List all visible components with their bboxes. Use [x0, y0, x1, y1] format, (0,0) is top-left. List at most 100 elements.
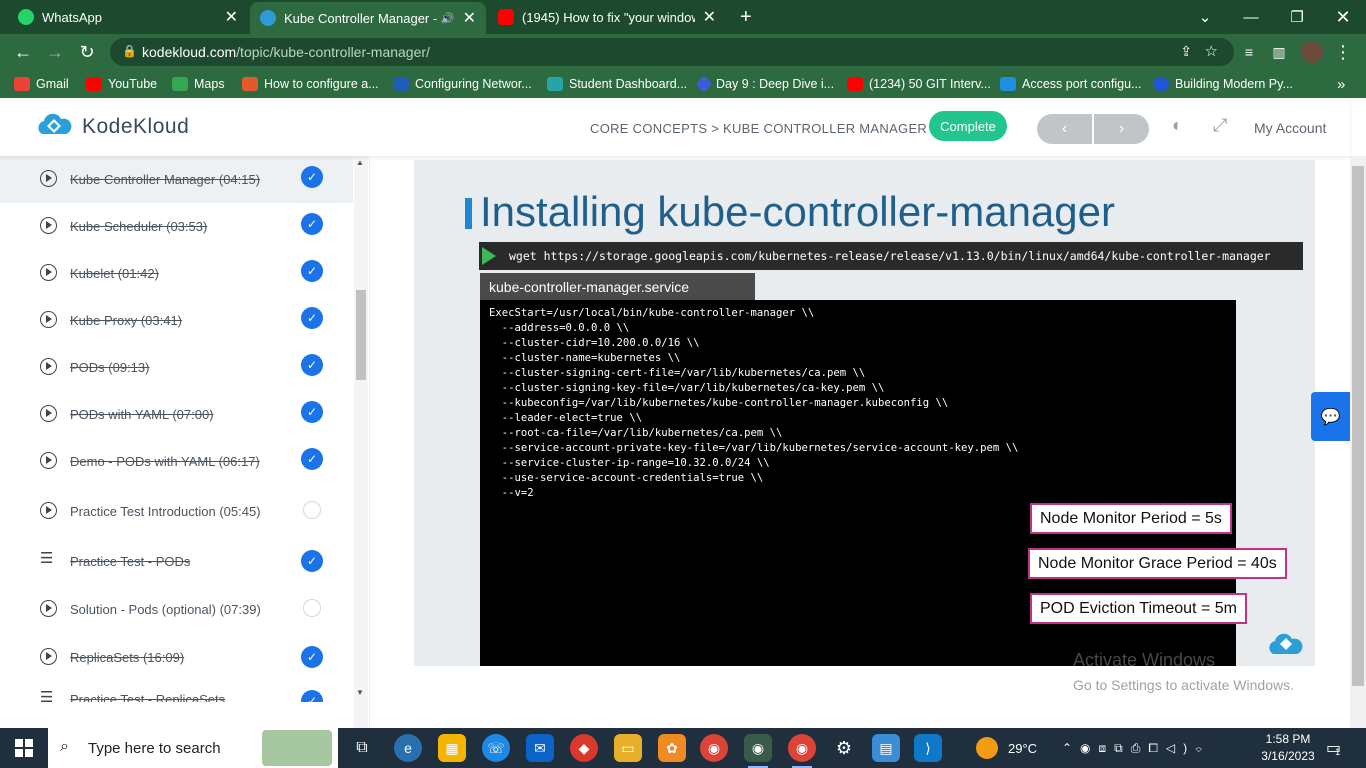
- minimize-button[interactable]: —: [1228, 0, 1274, 34]
- tab-youtube[interactable]: (1945) How to fix "your windows ✕: [488, 0, 726, 34]
- bookmark-star-icon[interactable]: ☆: [1205, 42, 1218, 60]
- lesson-item[interactable]: Kubelet (01:42) ✓: [0, 250, 353, 297]
- lesson-item[interactable]: Demo - PODs with YAML (06:17) ✓: [0, 438, 353, 485]
- page-scrollbar[interactable]: [1350, 156, 1366, 728]
- bookmark-maps[interactable]: Maps: [172, 70, 225, 98]
- weather-widget[interactable]: 29°C: [976, 728, 1037, 768]
- lesson-item[interactable]: ReplicaSets (16:09) ✓: [0, 632, 353, 682]
- chrome-active-icon[interactable]: ◉: [744, 734, 772, 768]
- mail-icon[interactable]: ✉: [526, 734, 554, 762]
- taskbar-clock[interactable]: 1:58 PM 3/16/2023: [1256, 731, 1320, 765]
- file-explorer-icon[interactable]: ▭: [614, 734, 642, 762]
- completed-check-icon: ✓: [301, 690, 323, 702]
- forward-icon[interactable]: →: [40, 34, 70, 70]
- windows-taskbar: ⌕ Type here to search ⧉ e ▦ ☏ ✉ ◆ ▭ ✿ ◉ …: [0, 728, 1366, 768]
- previous-lesson-button[interactable]: ‹: [1037, 114, 1092, 144]
- scroll-up-icon[interactable]: ▲: [356, 158, 364, 167]
- bookmark-student-dashboard[interactable]: Student Dashboard...: [547, 70, 687, 98]
- share-icon[interactable]: ⇪: [1180, 43, 1192, 60]
- vscode-icon[interactable]: ⟩: [914, 734, 942, 762]
- bookmark-building-modern[interactable]: Building Modern Py...: [1153, 70, 1293, 98]
- reload-icon[interactable]: ↻: [72, 34, 102, 70]
- breadcrumb: CORE CONCEPTS > KUBE CONTROLLER MANAGER: [590, 121, 928, 136]
- system-tray-icons[interactable]: ⌃◉⧈⧉⎙⧠◁)⌔: [1062, 728, 1210, 768]
- next-lesson-button[interactable]: ›: [1094, 114, 1149, 144]
- taskbar-search[interactable]: ⌕ Type here to search: [48, 728, 338, 768]
- bookmark-label: Maps: [194, 77, 225, 91]
- more-bookmarks-button[interactable]: »: [1337, 70, 1345, 98]
- task-view-icon[interactable]: ⧉: [348, 734, 376, 762]
- lesson-item[interactable]: Solution - Pods (optional) (07:39): [0, 584, 353, 634]
- lesson-item[interactable]: PODs (09:13) ✓: [0, 344, 353, 391]
- new-tab-button[interactable]: +: [730, 0, 764, 34]
- chrome-icon[interactable]: ◉: [700, 734, 728, 762]
- chat-button[interactable]: 💬: [1311, 392, 1350, 441]
- lesson-item[interactable]: Kube Scheduler (03:53) ✓: [0, 203, 353, 250]
- close-tab-icon[interactable]: ✕: [463, 8, 476, 28]
- side-panel-icon[interactable]: ▥: [1264, 34, 1294, 70]
- bookmark-label: Access port configu...: [1022, 77, 1142, 91]
- tab-kube-controller-manager[interactable]: Kube Controller Manager - K 🔊 ✕: [250, 2, 486, 34]
- tab-whatsapp[interactable]: WhatsApp ✕: [8, 0, 248, 34]
- lesson-item[interactable]: ☰ Practice Test - ReplicaSets ✓: [0, 682, 353, 702]
- complete-button[interactable]: Complete: [929, 111, 1007, 141]
- tab-search-icon[interactable]: ⌄: [1182, 0, 1228, 34]
- start-button[interactable]: [0, 728, 48, 768]
- fullscreen-icon[interactable]: ⤢: [1213, 115, 1227, 136]
- weather-temp: 29°C: [1008, 740, 1038, 756]
- close-window-button[interactable]: ✕: [1320, 0, 1366, 34]
- sidebar-scrollbar[interactable]: ▲ ▼: [354, 156, 368, 728]
- bookmark-youtube[interactable]: YouTube: [86, 70, 157, 98]
- lesson-item[interactable]: ☰ Practice Test - PODs ✓: [0, 536, 353, 586]
- phone-link-icon[interactable]: ☏: [482, 734, 510, 762]
- wget-text: wget https://storage.googleapis.com/kube…: [509, 249, 1271, 263]
- settings-app-icon[interactable]: ✿: [658, 734, 686, 762]
- bookmark-access-port[interactable]: Access port configu...: [1000, 70, 1142, 98]
- url-input[interactable]: 🔒 kodekloud.com/topic/kube-controller-ma…: [110, 38, 1234, 66]
- video-slide[interactable]: Installing kube-controller-manager wget …: [414, 160, 1315, 666]
- notification-center[interactable]: ▭ 1: [1326, 728, 1341, 768]
- lesson-item[interactable]: Kube Controller Manager (04:15) ✓: [0, 156, 353, 203]
- site-header: KodeKloud CORE CONCEPTS > KUBE CONTROLLE…: [0, 98, 1350, 156]
- chrome-profile-icon[interactable]: ◉: [788, 734, 816, 768]
- bookmark-label: Building Modern Py...: [1175, 77, 1293, 91]
- lesson-item[interactable]: Practice Test Introduction (05:45): [0, 486, 353, 536]
- bookmark-day-9[interactable]: Day 9 : Deep Dive i...: [695, 70, 834, 98]
- edge-icon[interactable]: e: [394, 734, 422, 762]
- bookmark-configuring-network[interactable]: Configuring Networ...: [393, 70, 532, 98]
- my-account-link[interactable]: My Account: [1254, 120, 1326, 136]
- kodekloud-logo[interactable]: KodeKloud: [34, 112, 189, 142]
- search-highlight-image: [262, 730, 332, 766]
- bookmark-label: Student Dashboard...: [569, 77, 688, 91]
- dark-mode-icon[interactable]: ◐: [1172, 115, 1183, 136]
- close-tab-icon[interactable]: ✕: [703, 7, 716, 27]
- address-bar-row: ← → ↻ 🔒 kodekloud.com/topic/kube-control…: [0, 34, 1366, 70]
- reading-list-icon[interactable]: ≡: [1234, 34, 1264, 70]
- completed-check-icon: ✓: [301, 213, 323, 235]
- sidebar-scroll-thumb[interactable]: [356, 290, 366, 380]
- clock-time: 1:58 PM: [1265, 732, 1311, 746]
- lesson-item[interactable]: PODs with YAML (07:00) ✓: [0, 391, 353, 438]
- play-circle-icon: [40, 502, 57, 519]
- completed-check-icon: ✓: [301, 307, 323, 329]
- scroll-down-icon[interactable]: ▼: [356, 688, 364, 697]
- lock-icon[interactable]: 🔒: [122, 44, 137, 58]
- back-icon[interactable]: ←: [8, 34, 38, 70]
- control-panel-icon[interactable]: ▤: [872, 734, 900, 762]
- lesson-label: Practice Test - PODs: [70, 553, 191, 569]
- speaker-icon[interactable]: 🔊: [441, 12, 455, 25]
- close-tab-icon[interactable]: ✕: [225, 7, 238, 27]
- profile-avatar[interactable]: [1297, 34, 1327, 70]
- restore-button[interactable]: ❐: [1274, 0, 1320, 34]
- page-scroll-thumb[interactable]: [1352, 166, 1364, 686]
- lesson-item[interactable]: Kube Proxy (03:41) ✓: [0, 297, 353, 344]
- bookmark-gmail[interactable]: Gmail: [14, 70, 69, 98]
- vmware-icon: [393, 77, 409, 91]
- bookmark-how-to-configure[interactable]: How to configure a...: [242, 70, 379, 98]
- bookmark-git-interview[interactable]: (1234) 50 GIT Interv...: [847, 70, 991, 98]
- settings-gear-icon[interactable]: ⚙: [830, 734, 858, 762]
- store-icon[interactable]: ▦: [438, 734, 466, 762]
- menu-icon[interactable]: ⋮: [1328, 34, 1358, 70]
- url-domain: kodekloud.com: [142, 44, 237, 60]
- git-icon[interactable]: ◆: [570, 734, 598, 762]
